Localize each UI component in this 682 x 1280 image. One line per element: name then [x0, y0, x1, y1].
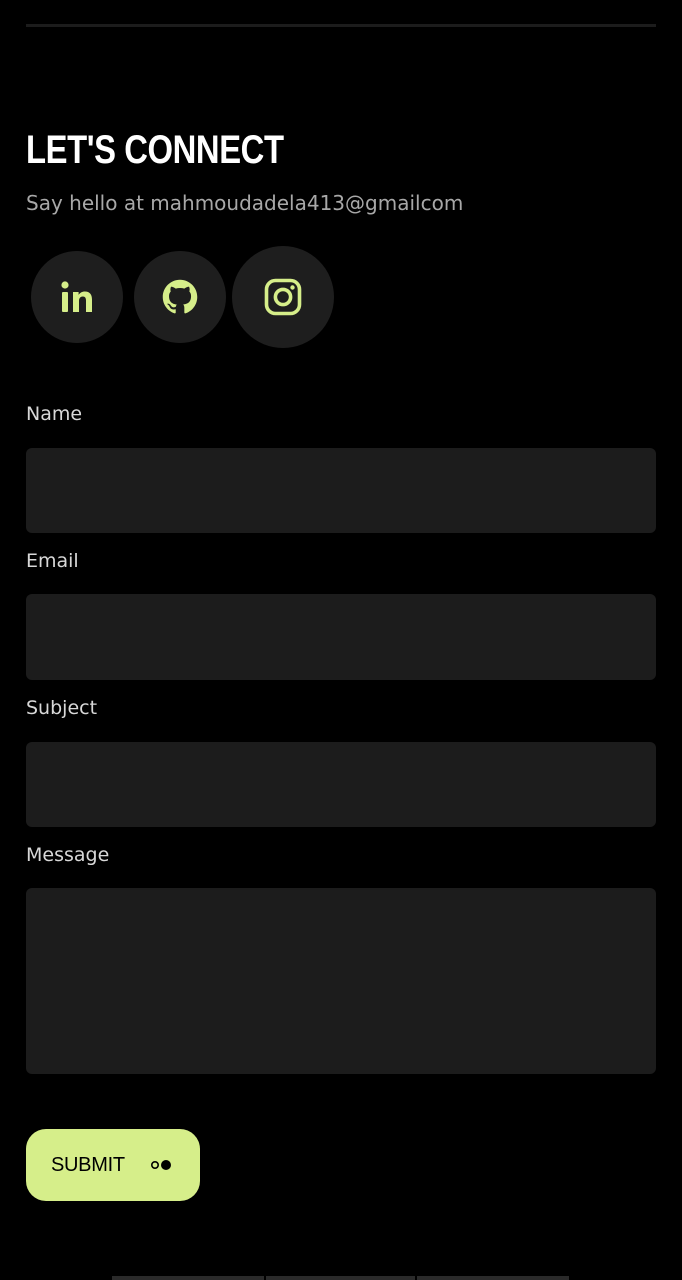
name-input[interactable] [26, 448, 656, 533]
linkedin-button[interactable] [31, 251, 123, 343]
github-icon [162, 279, 198, 314]
bottom-nav-segment [417, 1276, 569, 1280]
message-textarea[interactable] [26, 888, 656, 1074]
section-divider [26, 24, 656, 27]
subject-input[interactable] [26, 742, 656, 827]
bottom-nav-segment [266, 1276, 415, 1280]
github-button[interactable] [134, 251, 226, 343]
submit-label: SUBMIT [51, 1153, 125, 1176]
contact-email-text: Say hello at mahmoudadela413@gmailcom [26, 191, 464, 215]
subject-label: Subject [26, 697, 98, 719]
bottom-nav-segment [112, 1276, 264, 1280]
instagram-button[interactable] [232, 246, 334, 348]
toggle-dots-icon [150, 1160, 171, 1170]
email-label: Email [26, 550, 79, 572]
section-heading: LET'S CONNECT [26, 128, 284, 172]
submit-button[interactable]: SUBMIT [26, 1129, 200, 1201]
name-label: Name [26, 403, 83, 425]
instagram-icon [264, 278, 302, 316]
message-label: Message [26, 844, 110, 866]
email-input[interactable] [26, 594, 656, 680]
linkedin-icon [61, 281, 92, 312]
